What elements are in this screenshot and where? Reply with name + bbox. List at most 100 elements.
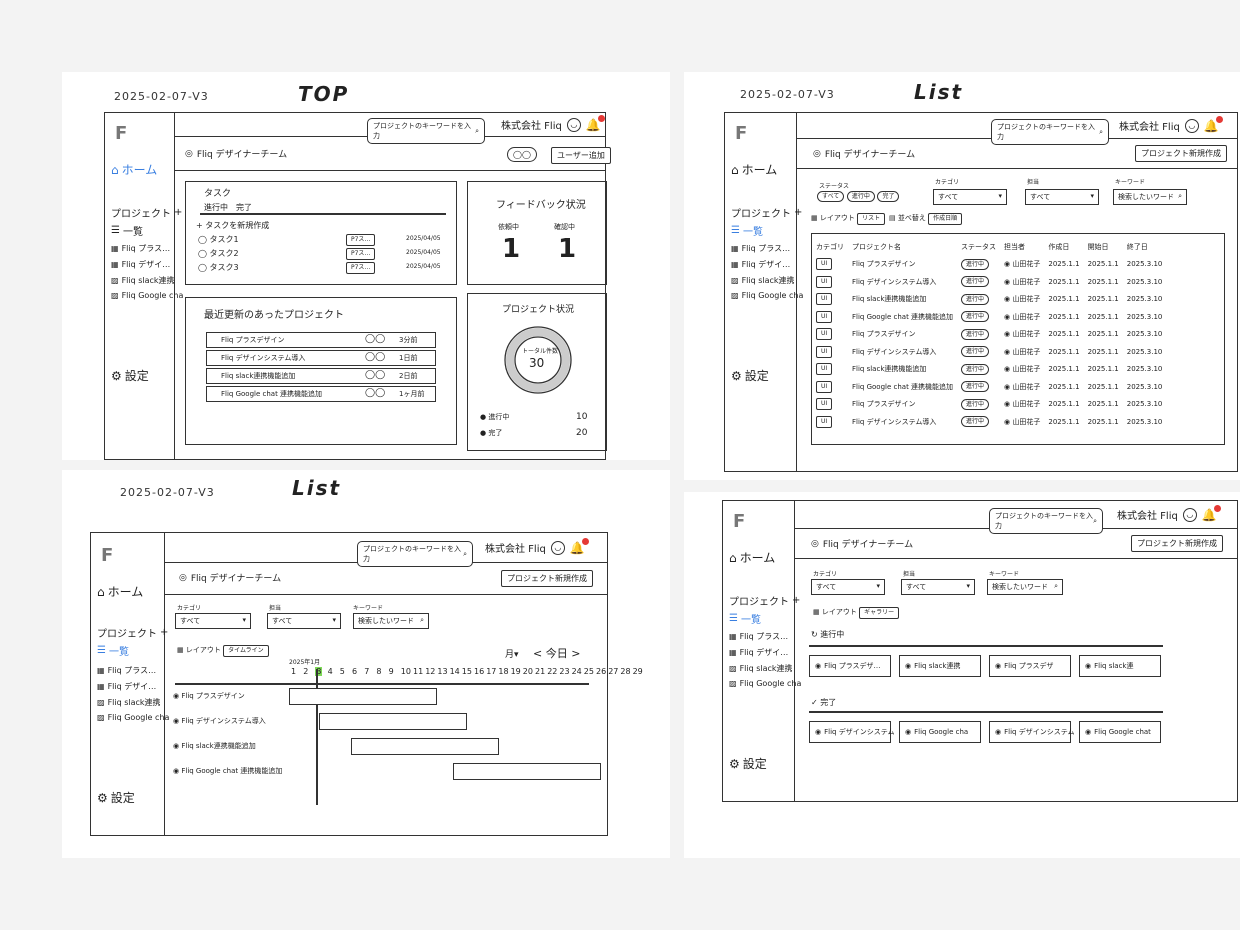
project-card[interactable]: ◉ Fliq slack連携 xyxy=(899,655,981,677)
tab-done[interactable]: 完了 xyxy=(236,202,252,213)
status-chip-in-progress[interactable]: 進行中 xyxy=(846,191,875,202)
sidebar-item-settings[interactable]: ⚙ 設定 xyxy=(97,789,135,806)
sidebar-project-item[interactable]: ▨ Fliq slack連携 xyxy=(731,275,795,286)
table-row[interactable]: UI Fliq デザインシステム導入 進行中 ◉ 山田花子 2025.1.1 2025.1… xyxy=(812,413,1166,431)
today-button[interactable]: 今日 xyxy=(546,647,568,660)
sidebar-item-settings[interactable]: ⚙ 設定 xyxy=(731,367,769,384)
sidebar-item-settings[interactable]: ⚙ 設定 xyxy=(729,755,767,772)
sidebar-item-projects[interactable]: プロジェクト + xyxy=(731,205,802,220)
table-row[interactable]: UI Fliq プラスデザイン 進行中 ◉ 山田花子 2025.1.1 2025.1.1 2… xyxy=(812,256,1166,274)
category-select[interactable]: すべて ▾ xyxy=(933,189,1007,205)
avatar-icon[interactable]: ◡ xyxy=(550,540,565,555)
project-card[interactable]: ◉ Fliq slack連 xyxy=(1079,655,1161,677)
chevron-left-icon[interactable]: < xyxy=(533,647,542,660)
timeline-bar[interactable] xyxy=(351,738,499,755)
sidebar-project-item[interactable]: ▦ Fliq デザイ… xyxy=(111,259,170,270)
project-card[interactable]: ◉ Fliq デザインシステム xyxy=(989,721,1074,743)
layout-select[interactable]: ギャラリー xyxy=(859,607,900,619)
sidebar-item-home[interactable]: ⌂ ホーム xyxy=(729,549,775,566)
owner-select[interactable]: すべて ▾ xyxy=(267,613,341,629)
recent-project-item[interactable]: Fliq slack連携機能追加 ◯◯ 2日前 xyxy=(206,368,436,384)
sidebar-project-item[interactable]: ▦ Fliq プラス… xyxy=(729,631,788,642)
avatar-icon[interactable]: ◡ xyxy=(1182,507,1197,522)
keyword-input[interactable]: 検索したいワード ⌕ xyxy=(1113,189,1187,205)
bell-icon[interactable]: 🔔 xyxy=(586,114,605,132)
bell-icon[interactable]: 🔔 xyxy=(570,537,589,555)
sidebar-item-home[interactable]: ⌂ ホーム xyxy=(731,161,777,178)
column-header[interactable]: カテゴリ xyxy=(812,238,848,256)
column-header[interactable]: 開始日 xyxy=(1084,238,1123,256)
bell-icon[interactable]: 🔔 xyxy=(1204,115,1223,133)
timeline-bar[interactable] xyxy=(319,713,467,730)
keyword-input[interactable]: 検索したいワード ⌕ xyxy=(353,613,429,629)
sidebar-project-item[interactable]: ▦ Fliq デザイ… xyxy=(729,647,788,658)
category-select[interactable]: すべて ▾ xyxy=(175,613,251,629)
sidebar-item-projects[interactable]: プロジェクト + xyxy=(97,625,168,640)
sidebar-item-list[interactable]: ☰ 一覧 xyxy=(111,223,143,238)
timeline-project[interactable]: ◉ Fliq Google chat 連携機能追加 xyxy=(173,766,282,776)
new-project-button[interactable]: プロジェクト新規作成 xyxy=(1135,145,1227,162)
tab-in-progress[interactable]: 進行中 xyxy=(204,202,228,213)
task-item[interactable]: ◯ タスク1 P7ス… 2025/04/05 xyxy=(198,234,448,246)
sidebar-project-item[interactable]: ▦ Fliq デザイ… xyxy=(731,259,790,270)
chevron-right-icon[interactable]: > xyxy=(571,647,580,660)
sidebar-item-home[interactable]: ⌂ ホーム xyxy=(111,161,157,178)
sidebar-item-home[interactable]: ⌂ ホーム xyxy=(97,583,143,600)
table-row[interactable]: UI Fliq slack連携機能追加 進行中 ◉ 山田花子 2025.1.1 2025.… xyxy=(812,291,1166,309)
add-project-icon[interactable]: + xyxy=(794,207,802,218)
layout-select[interactable]: タイムライン xyxy=(223,645,269,657)
table-row[interactable]: UI Fliq デザインシステム導入 進行中 ◉ 山田花子 2025.1.1 2025.1… xyxy=(812,273,1166,291)
radio-icon[interactable]: ◯ xyxy=(198,235,210,244)
recent-project-item[interactable]: Fliq Google chat 連携機能追加 ◯◯ 1ヶ月前 xyxy=(206,386,436,402)
category-select[interactable]: すべて ▾ xyxy=(811,579,885,595)
table-row[interactable]: UI Fliq slack連携機能追加 進行中 ◉ 山田花子 2025.1.1 2025.… xyxy=(812,361,1166,379)
task-item[interactable]: ◯ タスク3 P7ス… 2025/04/05 xyxy=(198,262,448,274)
sidebar-item-list[interactable]: ☰ 一覧 xyxy=(729,611,761,626)
timeline-bar[interactable] xyxy=(453,763,601,780)
owner-select[interactable]: すべて ▾ xyxy=(1025,189,1099,205)
status-chip-all[interactable]: すべて xyxy=(817,191,845,202)
owner-select[interactable]: すべて ▾ xyxy=(901,579,975,595)
month-select[interactable]: 月▾ xyxy=(505,647,519,660)
sidebar-item-projects[interactable]: プロジェクト + xyxy=(111,205,182,220)
new-project-button[interactable]: プロジェクト新規作成 xyxy=(501,570,593,587)
avatar-icon[interactable]: ◡ xyxy=(1184,118,1199,133)
sidebar-project-item[interactable]: ▨ Fliq Google cha xyxy=(97,713,169,722)
add-project-icon[interactable]: + xyxy=(160,627,168,638)
sidebar-project-item[interactable]: ▨ Fliq Google cha xyxy=(111,291,183,300)
table-row[interactable]: UI Fliq プラスデザイン 進行中 ◉ 山田花子 2025.1.1 2025.1.1 2… xyxy=(812,396,1166,414)
keyword-input[interactable]: 検索したいワード ⌕ xyxy=(987,579,1063,595)
radio-icon[interactable]: ◯ xyxy=(198,263,210,272)
sidebar-project-item[interactable]: ▨ Fliq Google cha xyxy=(731,291,803,300)
add-task-button[interactable]: + タスクを新規作成 xyxy=(196,220,269,231)
sort-select[interactable]: 作成日順 xyxy=(928,213,963,225)
timeline-project[interactable]: ◉ Fliq slack連携機能追加 xyxy=(173,741,256,751)
timeline-project[interactable]: ◉ Fliq デザインシステム導入 xyxy=(173,716,266,726)
project-card[interactable]: ◉ Fliq Google chat xyxy=(1079,721,1161,743)
table-row[interactable]: UI Fliq Google chat 連携機能追加 進行中 ◉ 山田花子 2025.1… xyxy=(812,308,1166,326)
project-card[interactable]: ◉ Fliq プラスデザ xyxy=(989,655,1071,677)
column-header[interactable]: 終了日 xyxy=(1123,238,1167,256)
status-chip-done[interactable]: 完了 xyxy=(877,191,900,202)
sidebar-project-item[interactable]: ▦ Fliq プラス… xyxy=(111,243,170,254)
column-header[interactable]: プロジェクト名 xyxy=(848,238,957,256)
sidebar-project-item[interactable]: ▦ Fliq プラス… xyxy=(97,665,156,676)
sidebar-project-item[interactable]: ▨ Fliq slack連携 xyxy=(97,697,161,708)
sidebar-item-settings[interactable]: ⚙ 設定 xyxy=(111,367,149,384)
sidebar-item-list[interactable]: ☰ 一覧 xyxy=(97,643,129,658)
column-header[interactable]: 作成日 xyxy=(1044,238,1083,256)
table-row[interactable]: UI Fliq デザインシステム導入 進行中 ◉ 山田花子 2025.1.1 2025.1… xyxy=(812,343,1166,361)
layout-select[interactable]: リスト xyxy=(857,213,886,225)
avatar-icon[interactable]: ◡ xyxy=(566,117,581,132)
timeline-bar[interactable] xyxy=(289,688,437,705)
sidebar-item-list[interactable]: ☰ 一覧 xyxy=(731,223,763,238)
table-row[interactable]: UI Fliq プラスデザイン 進行中 ◉ 山田花子 2025.1.1 2025.1.1 2… xyxy=(812,326,1166,344)
sidebar-project-item[interactable]: ▨ Fliq Google cha xyxy=(729,679,801,688)
sidebar-project-item[interactable]: ▨ Fliq slack連携 xyxy=(111,275,175,286)
column-header[interactable]: ステータス xyxy=(957,238,1000,256)
column-header[interactable]: 担当者 xyxy=(1000,238,1044,256)
bell-icon[interactable]: 🔔 xyxy=(1202,504,1221,522)
sidebar-project-item[interactable]: ▦ Fliq プラス… xyxy=(731,243,790,254)
recent-project-item[interactable]: Fliq プラスデザイン ◯◯ 3分前 xyxy=(206,332,436,348)
project-card[interactable]: ◉ Fliq プラスデザ… xyxy=(809,655,891,677)
